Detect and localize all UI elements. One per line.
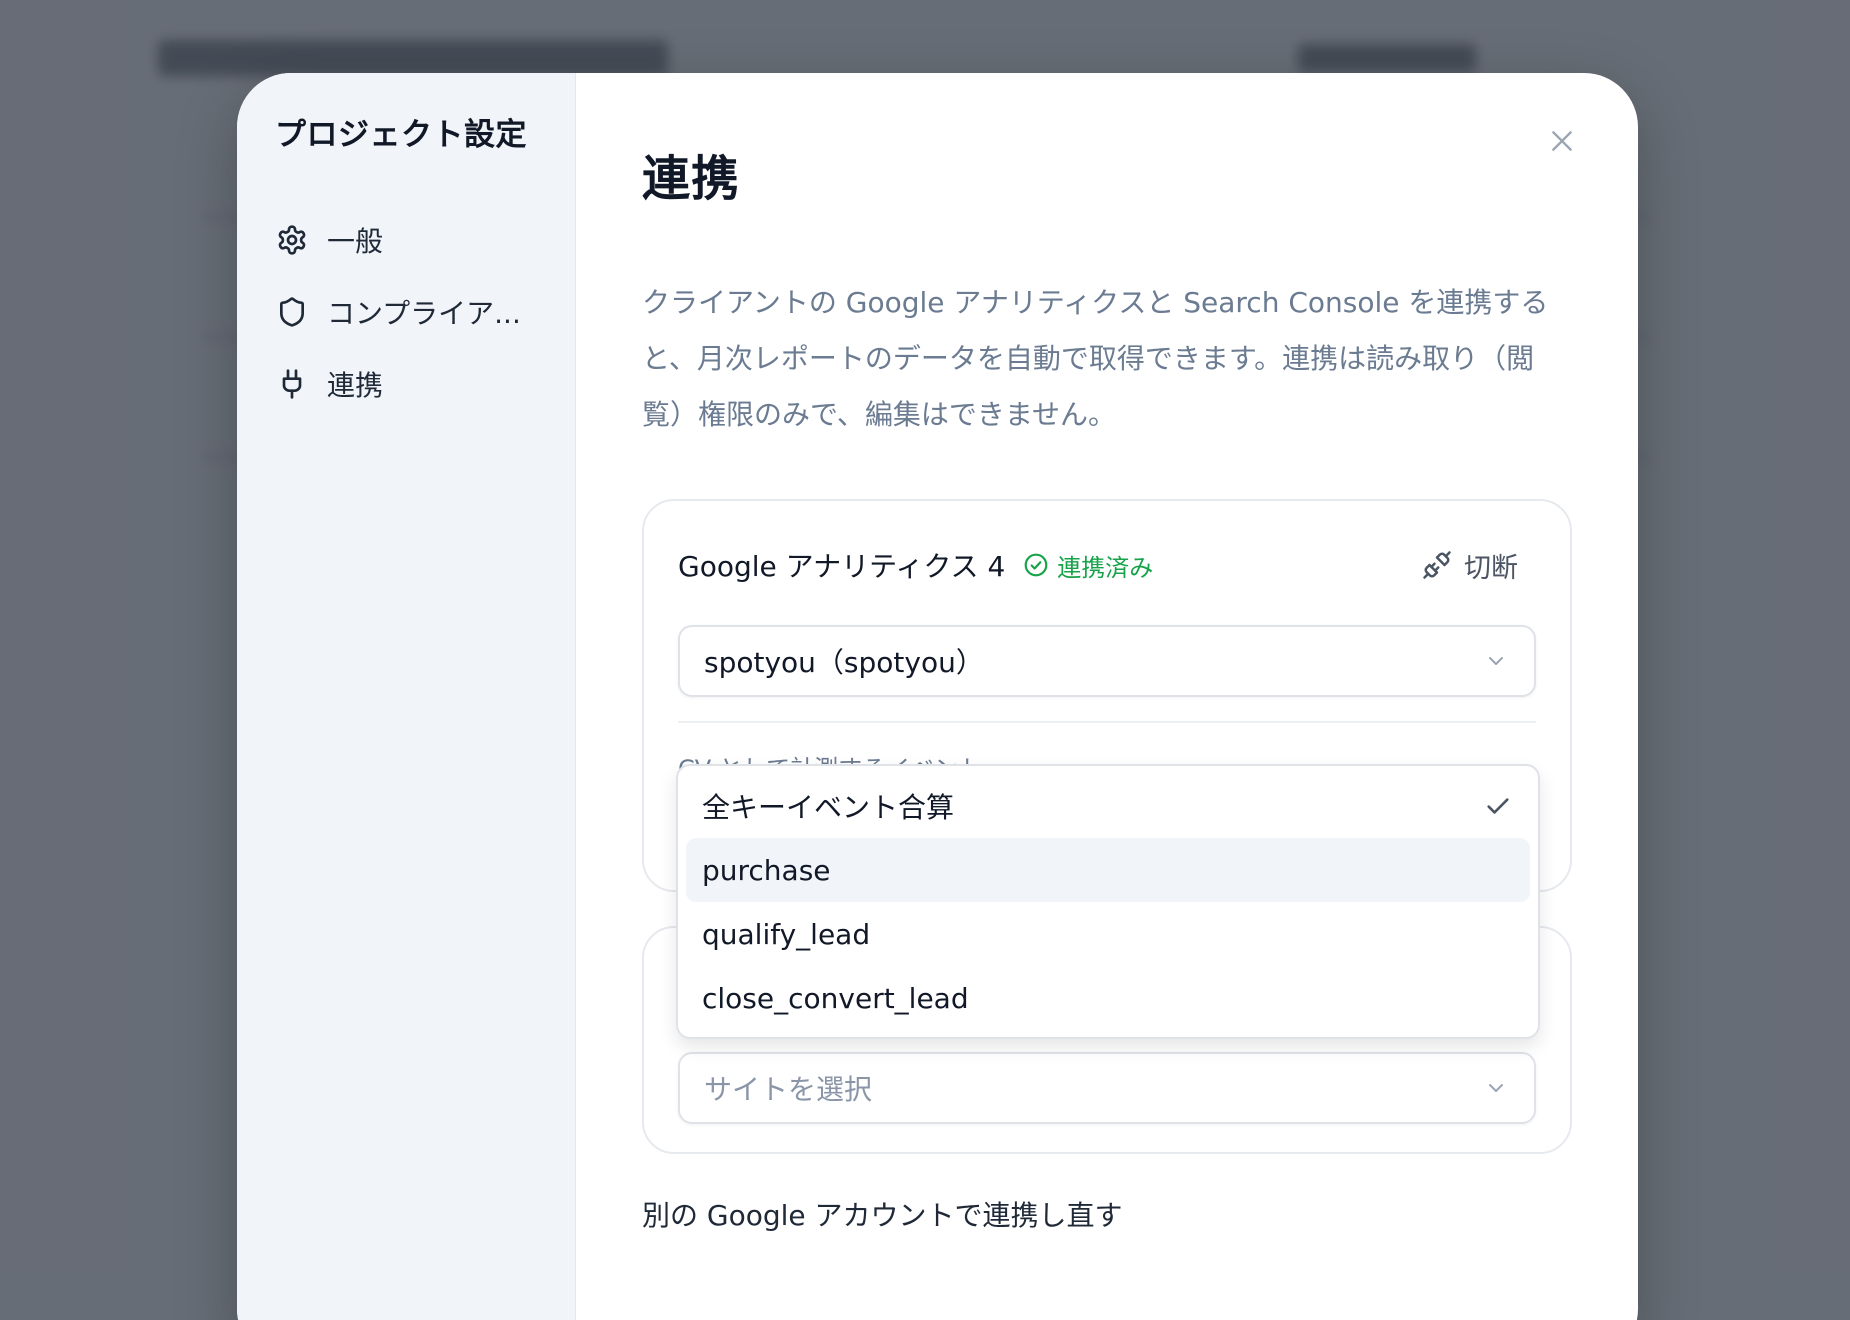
sidebar-item-label: 一般 bbox=[327, 225, 384, 258]
status-badge: 連携済み bbox=[1023, 548, 1153, 583]
option-label: 全キーイベント合算 bbox=[702, 791, 955, 824]
dropdown-option[interactable]: purchase bbox=[686, 838, 1530, 902]
close-icon bbox=[1552, 131, 1572, 151]
ga4-title: Google アナリティクス 4 bbox=[678, 550, 1006, 583]
shield-icon bbox=[275, 295, 309, 329]
ga4-card-header: Google アナリティクス 4 連携済み 切断 bbox=[678, 545, 1536, 585]
sidebar-item-integrations[interactable]: 連携 bbox=[275, 348, 537, 420]
option-label: qualify_lead bbox=[702, 917, 871, 951]
integration-description: クライアントの Google アナリティクスと Search Console を… bbox=[642, 286, 1549, 431]
status-text: 連携済み bbox=[1057, 553, 1154, 582]
gear-icon bbox=[275, 223, 309, 257]
disconnect-label: 切断 bbox=[1464, 552, 1518, 584]
check-icon bbox=[1482, 790, 1514, 822]
chevron-down-icon bbox=[1482, 647, 1510, 675]
dropdown-option[interactable]: 全キーイベント合算 bbox=[686, 774, 1530, 838]
plug-icon bbox=[275, 367, 309, 401]
integrations-panel: 連携 クライアントの Google アナリティクスと Search Consol… bbox=[576, 73, 1638, 1320]
settings-sidebar: プロジェクト設定 一般 コンプライア... 連携 bbox=[237, 73, 576, 1320]
disconnect-button[interactable]: 切断 bbox=[1422, 546, 1518, 585]
option-label: close_convert_lead bbox=[702, 981, 969, 1015]
chevron-down-icon bbox=[1482, 1074, 1510, 1102]
sidebar-title: プロジェクト設定 bbox=[275, 117, 527, 153]
divider bbox=[678, 721, 1536, 723]
option-label: purchase bbox=[702, 853, 831, 887]
ga-property-select[interactable]: spotyou（spotyou） bbox=[678, 625, 1536, 697]
site-select[interactable]: サイトを選択 bbox=[678, 1052, 1536, 1124]
sidebar-item-label: コンプライア... bbox=[327, 297, 521, 330]
close-button[interactable] bbox=[1542, 121, 1582, 161]
relink-google-account-link[interactable]: 別の Google アカウントで連携し直す bbox=[642, 1194, 1123, 1234]
sidebar-item-general[interactable]: 一般 bbox=[275, 204, 537, 276]
dropdown-option[interactable]: close_convert_lead bbox=[686, 966, 1530, 1030]
sidebar-item-label: 連携 bbox=[327, 369, 384, 402]
check-circle-icon bbox=[1024, 553, 1048, 577]
page-title: 連携 bbox=[642, 151, 741, 207]
ga-property-value: spotyou（spotyou） bbox=[704, 646, 984, 679]
cv-event-dropdown: 全キーイベント合算 purchase qualify_lead close_co… bbox=[676, 764, 1540, 1039]
project-settings-modal: プロジェクト設定 一般 コンプライア... 連携 連携 クライアントの Goog… bbox=[237, 73, 1638, 1320]
site-select-placeholder: サイトを選択 bbox=[704, 1073, 873, 1106]
dropdown-option[interactable]: qualify_lead bbox=[686, 902, 1530, 966]
sidebar-item-compliance[interactable]: コンプライア... bbox=[275, 276, 537, 348]
unplug-icon bbox=[1423, 551, 1451, 579]
